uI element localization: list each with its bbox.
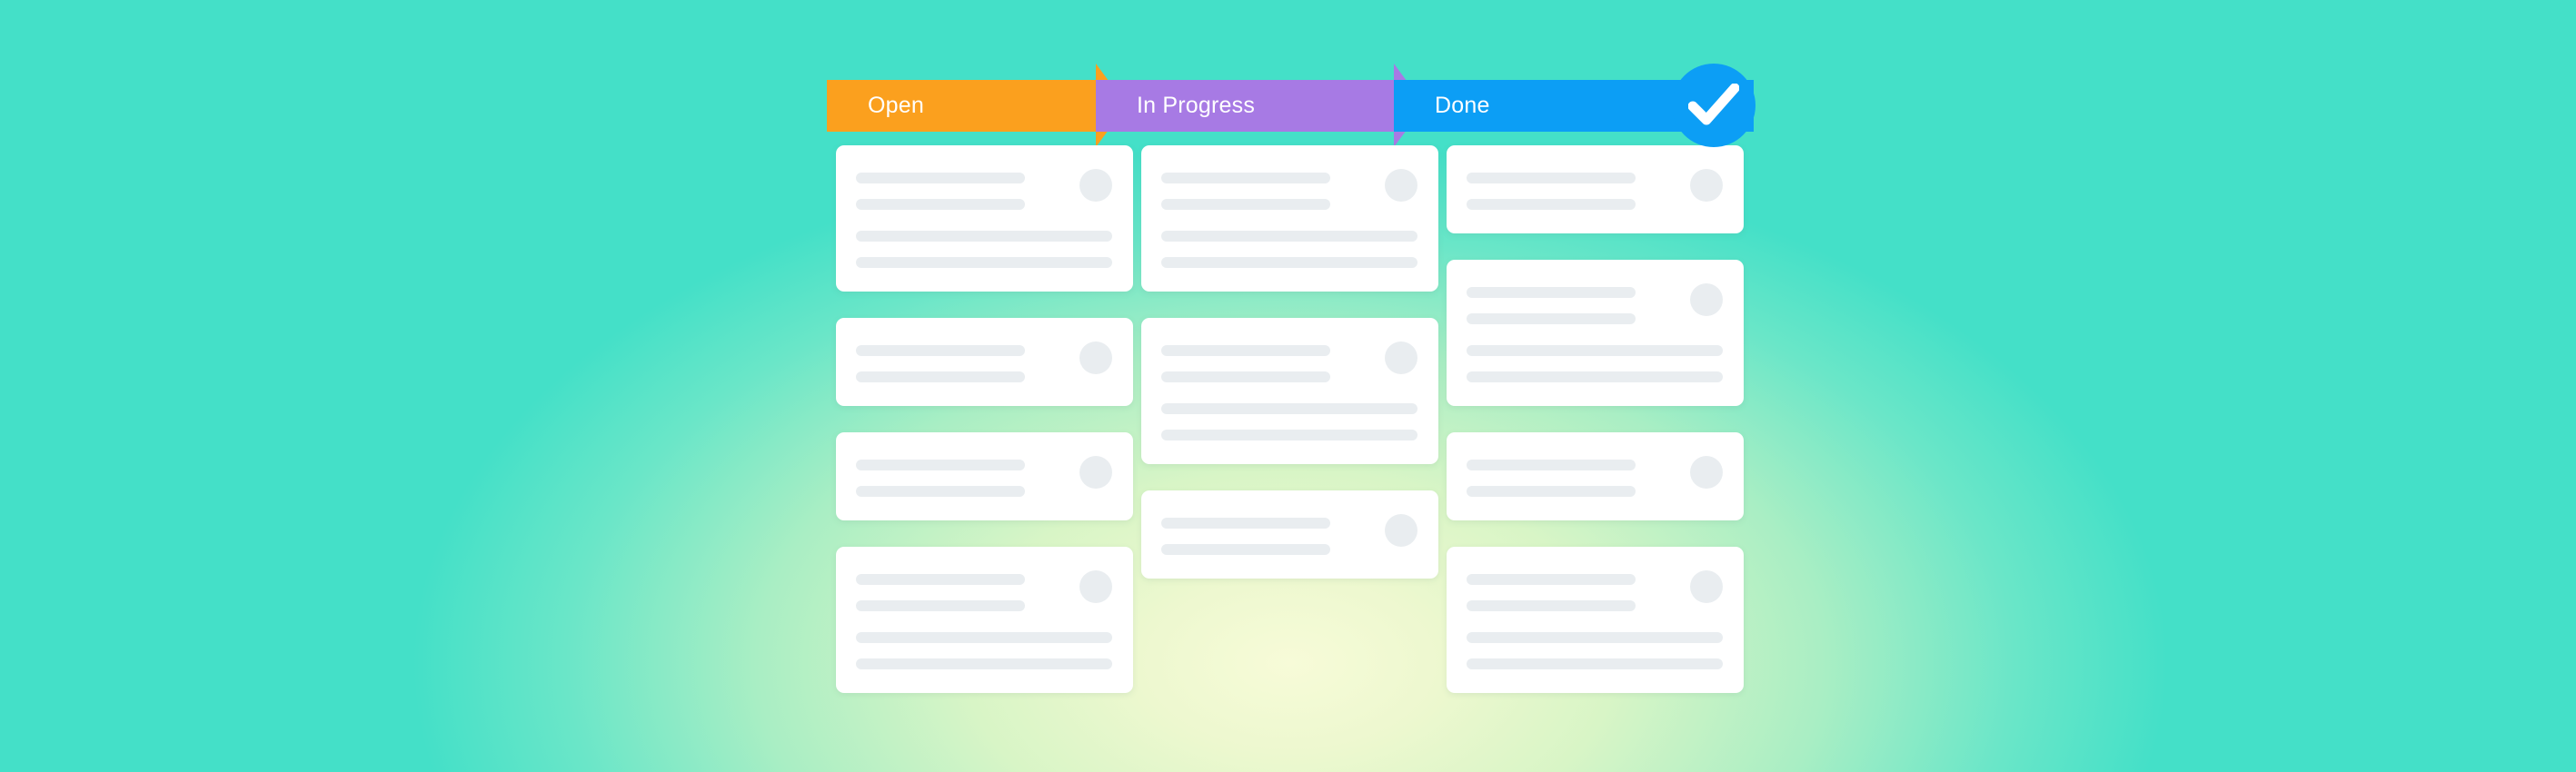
card-header: [1467, 570, 1723, 611]
card-header: [856, 456, 1112, 497]
card-title-placeholder: [1467, 283, 1677, 324]
card-title-placeholder: [1161, 341, 1372, 382]
pipeline-stage-in-progress-label: In Progress: [1137, 93, 1256, 118]
card-title-placeholder: [856, 341, 1067, 382]
placeholder-line: [856, 460, 1025, 470]
kanban-card[interactable]: [1447, 260, 1744, 406]
placeholder-line: [1161, 430, 1417, 440]
pipeline-stage-in-progress[interactable]: In Progress: [1096, 64, 1425, 147]
placeholder-line: [856, 658, 1112, 669]
card-header: [1161, 341, 1417, 382]
placeholder-line: [1467, 371, 1723, 382]
card-header: [1467, 456, 1723, 497]
kanban-board-screen: Open In Progress Done: [0, 0, 2576, 772]
placeholder-line: [856, 345, 1025, 356]
kanban-card[interactable]: [1141, 490, 1438, 579]
placeholder-line: [1467, 199, 1636, 210]
card-title-placeholder: [856, 169, 1067, 210]
pipeline-stage-done-label: Done: [1435, 93, 1490, 118]
card-title-placeholder: [1467, 169, 1677, 210]
card-body-placeholder: [856, 632, 1112, 669]
pipeline-stage-open-label: Open: [868, 93, 924, 118]
avatar[interactable]: [1079, 570, 1112, 603]
avatar[interactable]: [1079, 169, 1112, 202]
avatar[interactable]: [1690, 169, 1723, 202]
card-body-placeholder: [856, 231, 1112, 268]
kanban-card[interactable]: [836, 547, 1133, 693]
card-header: [856, 570, 1112, 611]
kanban-card[interactable]: [836, 432, 1133, 520]
card-header: [1161, 514, 1417, 555]
placeholder-line: [1467, 632, 1723, 643]
placeholder-line: [1161, 231, 1417, 242]
kanban-card[interactable]: [1447, 145, 1744, 233]
avatar[interactable]: [1385, 169, 1417, 202]
placeholder-line: [1467, 460, 1636, 470]
placeholder-line: [1467, 486, 1636, 497]
placeholder-line: [1467, 345, 1723, 356]
placeholder-line: [856, 574, 1025, 585]
kanban-column-open: [836, 145, 1133, 693]
placeholder-line: [1161, 257, 1417, 268]
placeholder-line: [1467, 658, 1723, 669]
kanban-card[interactable]: [1447, 547, 1744, 693]
avatar[interactable]: [1079, 456, 1112, 489]
placeholder-line: [1161, 173, 1330, 183]
card-header: [1467, 169, 1723, 210]
placeholder-line: [1161, 544, 1330, 555]
card-body-placeholder: [1161, 231, 1417, 268]
kanban-card[interactable]: [1141, 145, 1438, 292]
card-header: [856, 169, 1112, 210]
card-body-placeholder: [1467, 632, 1723, 669]
kanban-card[interactable]: [1447, 432, 1744, 520]
card-title-placeholder: [1161, 514, 1372, 555]
placeholder-line: [856, 371, 1025, 382]
status-pipeline-header: Open In Progress Done: [827, 64, 1755, 147]
placeholder-line: [1467, 287, 1636, 298]
avatar[interactable]: [1079, 341, 1112, 374]
placeholder-line: [856, 173, 1025, 183]
placeholder-line: [856, 231, 1112, 242]
pipeline-stage-open[interactable]: Open: [827, 64, 1127, 147]
placeholder-line: [856, 600, 1025, 611]
card-title-placeholder: [1467, 456, 1677, 497]
placeholder-line: [1161, 403, 1417, 414]
avatar[interactable]: [1385, 341, 1417, 374]
placeholder-line: [1467, 313, 1636, 324]
avatar[interactable]: [1690, 456, 1723, 489]
card-header: [1467, 283, 1723, 324]
card-body-placeholder: [1467, 345, 1723, 382]
kanban-card[interactable]: [836, 318, 1133, 406]
card-title-placeholder: [856, 570, 1067, 611]
placeholder-line: [1467, 600, 1636, 611]
placeholder-line: [1161, 518, 1330, 529]
avatar[interactable]: [1690, 570, 1723, 603]
avatar[interactable]: [1385, 514, 1417, 547]
placeholder-line: [1161, 345, 1330, 356]
placeholder-line: [1161, 199, 1330, 210]
avatar[interactable]: [1690, 283, 1723, 316]
kanban-card[interactable]: [836, 145, 1133, 292]
kanban-columns: [836, 145, 1745, 693]
card-title-placeholder: [1161, 169, 1372, 210]
placeholder-line: [1467, 173, 1636, 183]
kanban-column-in-progress: [1141, 145, 1438, 693]
placeholder-line: [856, 257, 1112, 268]
placeholder-line: [856, 632, 1112, 643]
completion-badge[interactable]: [1672, 64, 1755, 147]
card-body-placeholder: [1161, 403, 1417, 440]
placeholder-line: [1161, 371, 1330, 382]
check-icon: [1688, 84, 1739, 125]
kanban-column-done: [1447, 145, 1744, 693]
card-header: [1161, 169, 1417, 210]
placeholder-line: [1467, 574, 1636, 585]
card-title-placeholder: [856, 456, 1067, 497]
placeholder-line: [856, 199, 1025, 210]
card-title-placeholder: [1467, 570, 1677, 611]
placeholder-line: [856, 486, 1025, 497]
kanban-card[interactable]: [1141, 318, 1438, 464]
card-header: [856, 341, 1112, 382]
